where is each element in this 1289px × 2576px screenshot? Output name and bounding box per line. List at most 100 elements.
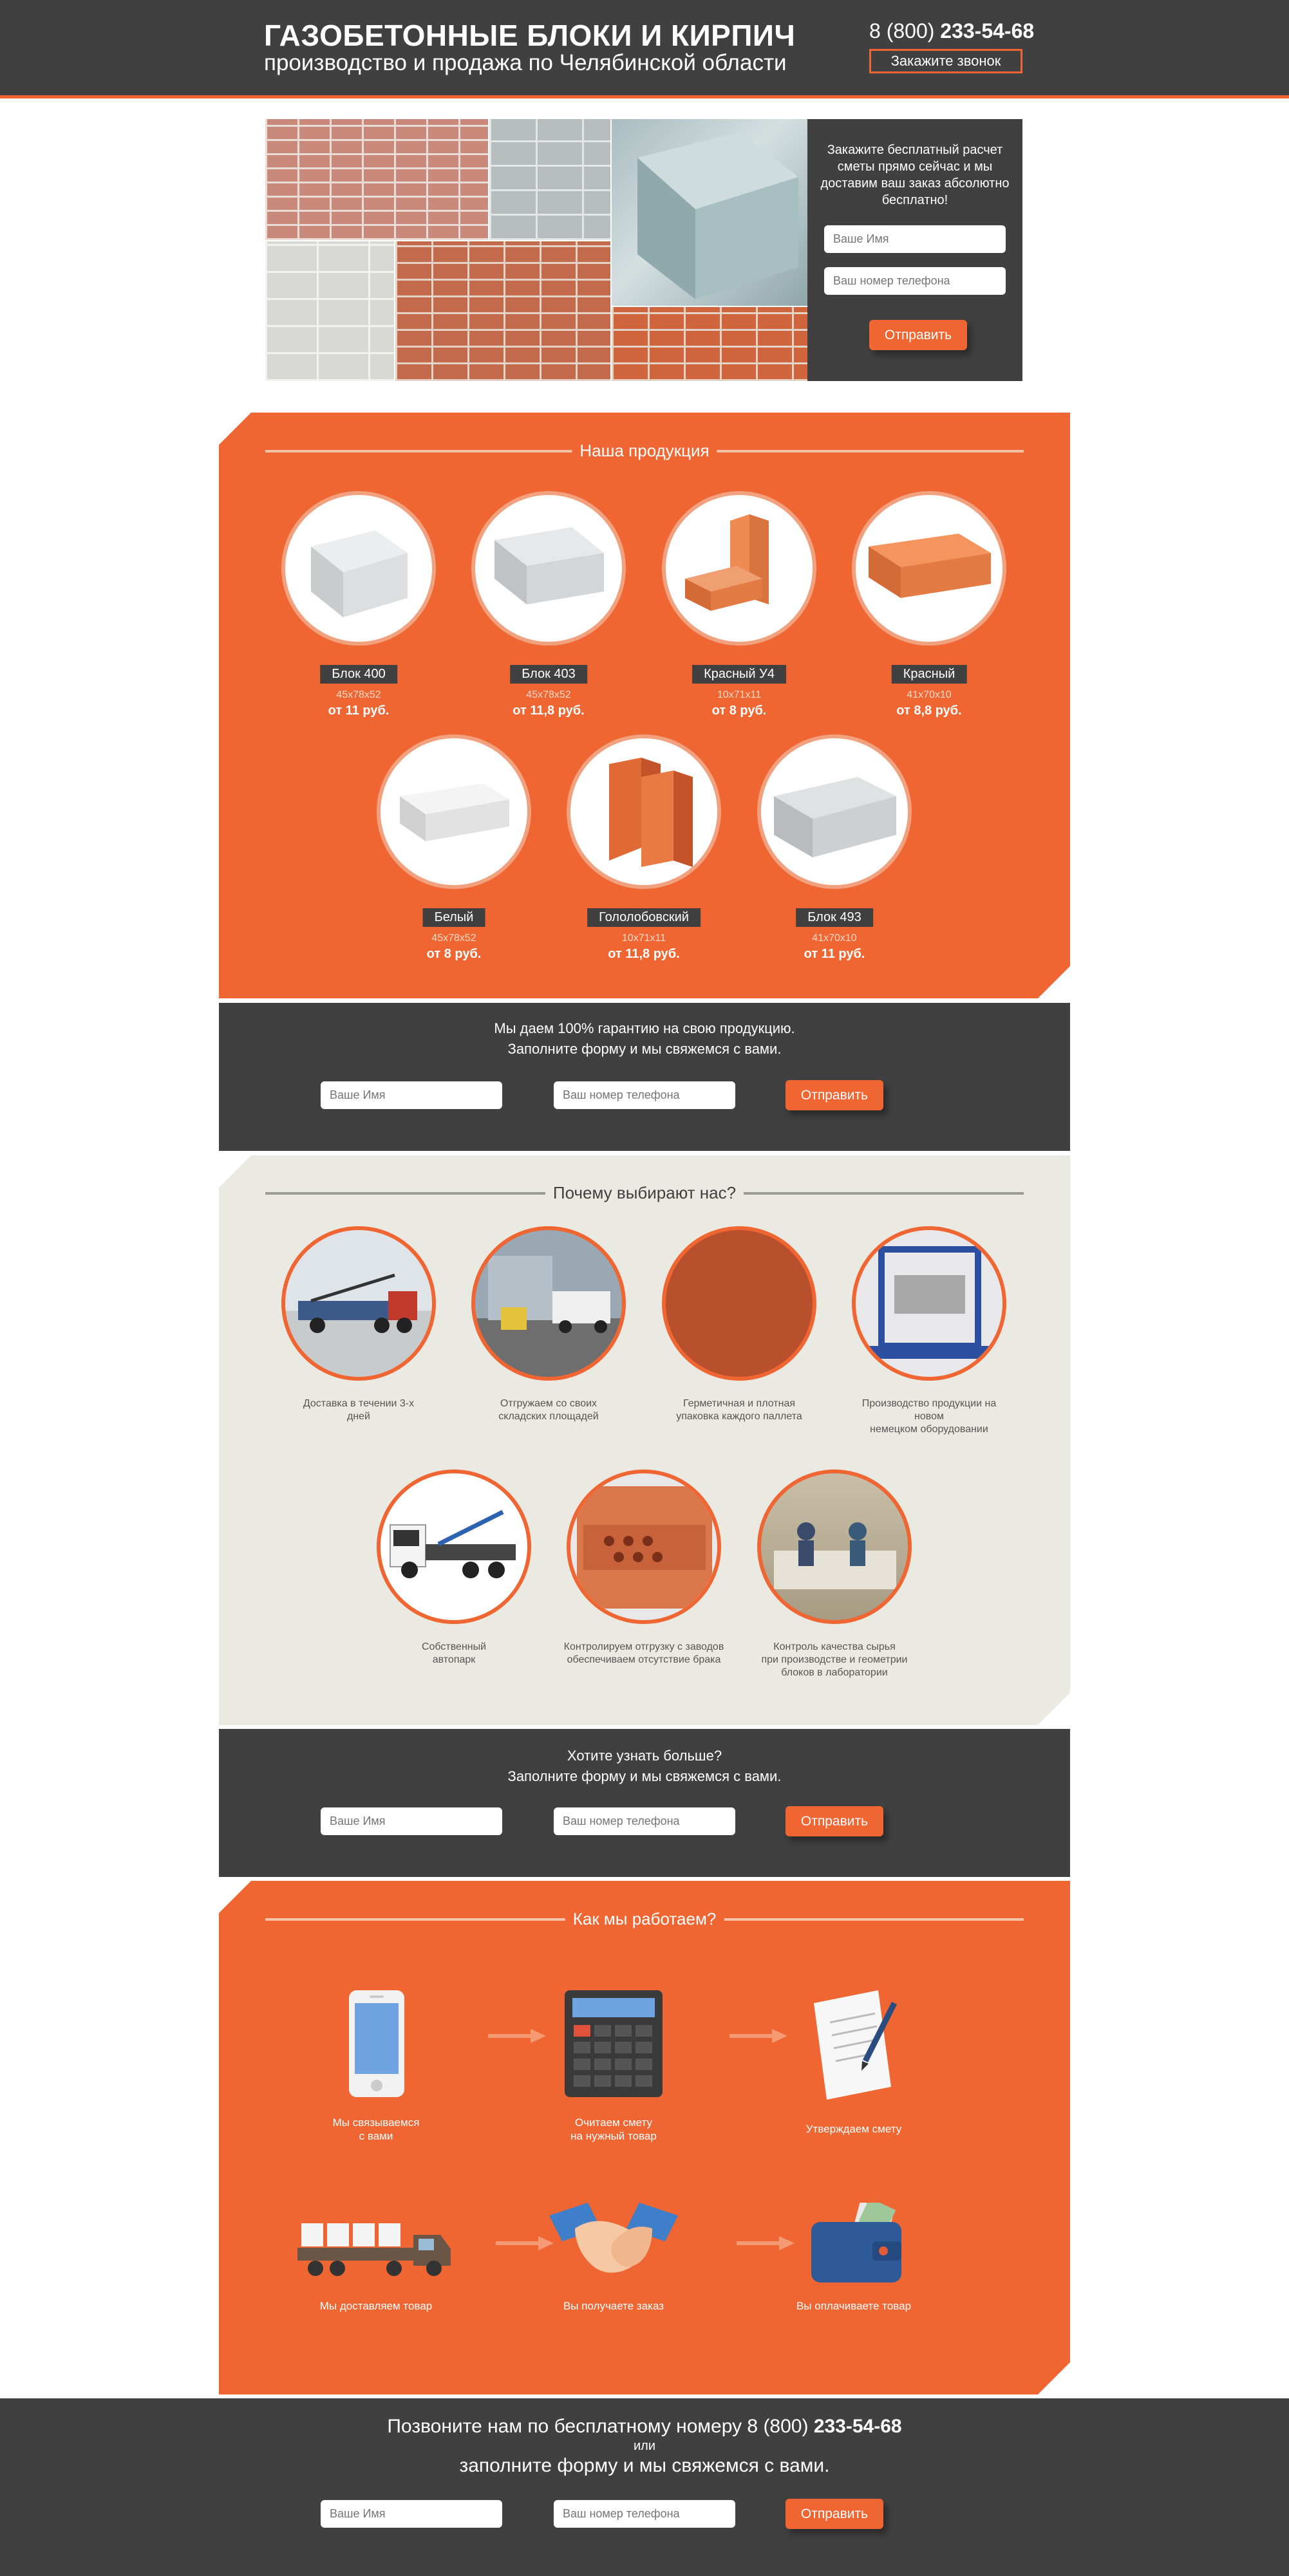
product-image: [757, 734, 912, 889]
why-label-line: блоков в лаборатории: [781, 1667, 888, 1678]
site-title: ГАЗОБЕТОННЫЕ БЛОКИ И КИРПИЧ: [264, 19, 796, 52]
why-label-line: Герметичная и плотная: [682, 1398, 796, 1409]
why-label-line: Производство продукции на новом: [861, 1398, 997, 1422]
phone-input[interactable]: [554, 1807, 735, 1835]
callback-button[interactable]: Закажите звонок: [869, 49, 1022, 73]
brick-pallet-photo: [662, 1226, 816, 1381]
header: ГАЗОБЕТОННЫЕ БЛОКИ И КИРПИЧ производство…: [0, 0, 1289, 98]
aerated-block-photo: [612, 119, 807, 306]
product-size: 10x71x11: [717, 689, 762, 700]
footer-form-line: заполните форму и мы свяжемся с вами.: [459, 2455, 830, 2476]
product-size: 41x70x10: [907, 689, 952, 700]
document-pen-icon: [814, 1990, 898, 2100]
how-label: Вы оплачиваете товар: [776, 2299, 931, 2313]
why-label-line: обеспечиваем отсутствие брака: [567, 1654, 721, 1665]
how-label-line: Вы получаете заказ: [563, 2300, 664, 2312]
how-label-line: Очитаем смету: [574, 2116, 653, 2129]
crane-truck-photo: [281, 1226, 436, 1381]
grey-block-wall-photo: [489, 119, 610, 240]
product-name: Белый: [422, 908, 485, 927]
how-step: Мы связываемся с вами: [299, 1990, 453, 2145]
footer-call-line: Позвоните нам по бесплатному номеру 8 (8…: [0, 2415, 1289, 2438]
guarantee-line-1: Мы даем 100% гарантию на свою продукцию.: [494, 1020, 795, 1036]
how-label: Утверждаем смету: [776, 2122, 931, 2136]
name-input[interactable]: [321, 2500, 502, 2528]
why-label: Контроль качества сырья при производстве …: [754, 1641, 915, 1679]
phone-input[interactable]: [554, 2500, 735, 2528]
product-size: 45x78x52: [431, 933, 476, 944]
product-price: от 8,8 руб.: [896, 704, 962, 718]
how-label-line: Вы оплачиваете товар: [796, 2300, 912, 2312]
why-label-line: Доставка в течении 3-х: [303, 1398, 415, 1409]
submit-button[interactable]: Отправить: [786, 2499, 883, 2529]
why-heading-text: Почему выбирают нас?: [545, 1180, 744, 1206]
learn-more-form-section: Хотите узнать больше? Заполните форму и …: [219, 1729, 1070, 1877]
submit-button[interactable]: Отправить: [786, 1080, 883, 1110]
wallet-icon: [811, 2203, 901, 2282]
why-label: Контролируем отгрузку с заводов обеспечив…: [563, 1641, 724, 1666]
guarantee-line-2: Заполните форму и мы свяжемся с вами.: [507, 1041, 782, 1057]
why-label-line: Собственный: [421, 1641, 487, 1652]
product-image: [471, 491, 626, 646]
how-label-line: на нужный товар: [570, 2130, 657, 2142]
how-step: Мы доставляем товар: [297, 2209, 453, 2338]
footer-contact-section: Позвоните нам по бесплатному номеру 8 (8…: [0, 2398, 1289, 2576]
footer-call-prefix: Позвоните нам по бесплатному номеру 8 (8…: [387, 2416, 814, 2437]
product-price: от 11 руб.: [328, 704, 390, 718]
hero-submit-button[interactable]: Отправить: [869, 320, 967, 350]
corner-decoration: [219, 1881, 251, 1913]
how-label: Вы получаете заказ: [536, 2299, 691, 2313]
products-section: Наша продукция Блок 400 45x78x52 от 11 р…: [219, 413, 1070, 998]
product-name: Блок 493: [796, 908, 873, 927]
header-phone[interactable]: 8 (800) 233-54-68: [869, 19, 1034, 43]
learn-more-line-2: Заполните форму и мы свяжемся с вами.: [507, 1768, 782, 1784]
phone-input[interactable]: [554, 1081, 735, 1109]
how-label-line: Мы связываемся: [332, 2116, 420, 2129]
product-price: от 8 руб.: [426, 947, 482, 961]
why-label-line: упаковка каждого паллета: [676, 1411, 802, 1422]
corner-decoration: [219, 413, 251, 445]
product-size: 45x78x52: [336, 689, 381, 700]
delivery-truck-icon: [297, 2223, 451, 2276]
pink-brick-wall-photo: [265, 119, 488, 240]
red-brick-wall-photo: [395, 241, 610, 381]
why-label-line: при производстве и геометрии: [761, 1654, 908, 1665]
hero-name-input[interactable]: [824, 225, 1006, 253]
how-heading-text: Как мы работаем?: [565, 1906, 724, 1932]
hero-phone-input[interactable]: [824, 267, 1006, 295]
warehouse-photo: [471, 1226, 626, 1381]
name-input[interactable]: [321, 1807, 502, 1835]
how-label-line: Мы доставляем товар: [319, 2300, 433, 2312]
product-price: от 11,8 руб.: [608, 947, 680, 961]
how-label: Очитаем смету на нужный товар: [536, 2116, 691, 2143]
why-label: Производство продукции на новом немецком …: [849, 1397, 1010, 1436]
name-input[interactable]: [321, 1081, 502, 1109]
product-price: от 11 руб.: [804, 947, 865, 961]
phone-prefix: 8 (800): [869, 19, 941, 42]
aerated-block-illustration: [637, 132, 798, 299]
corner-decoration: [1038, 966, 1070, 998]
corner-decoration: [219, 1155, 251, 1188]
how-step: Вы получаете заказ: [536, 2203, 691, 2338]
hero-collage: [265, 119, 807, 381]
learn-more-line-1: Хотите узнать больше?: [567, 1748, 722, 1764]
product-image: [567, 734, 721, 889]
red-brick-stack-photo: [612, 307, 807, 381]
corner-decoration: [1038, 2362, 1070, 2394]
site-subtitle: производство и продажа по Челябинской об…: [264, 50, 787, 75]
product-name: Гололобовский: [587, 908, 701, 927]
why-label-line: Отгружаем со своих: [500, 1398, 597, 1409]
white-block-wall-photo: [265, 241, 394, 381]
submit-button[interactable]: Отправить: [786, 1806, 883, 1836]
footer-phone-number[interactable]: 233-54-68: [814, 2416, 902, 2437]
why-us-section: Почему выбирают нас? Доставка в течении …: [219, 1155, 1070, 1725]
learn-more-text: Хотите узнать больше? Заполните форму и …: [219, 1746, 1070, 1787]
machinery-photo: [852, 1226, 1006, 1381]
why-label: Доставка в течении 3-х дней: [278, 1397, 439, 1423]
why-label-line: немецком оборудовании: [870, 1424, 988, 1435]
how-heading: Как мы работаем?: [265, 1906, 1024, 1932]
corner-decoration: [1038, 1693, 1070, 1725]
why-label-line: Контролируем отгрузку с заводов: [563, 1641, 724, 1652]
product-name: Красный: [891, 665, 967, 684]
smartphone-icon: [349, 1990, 404, 2097]
